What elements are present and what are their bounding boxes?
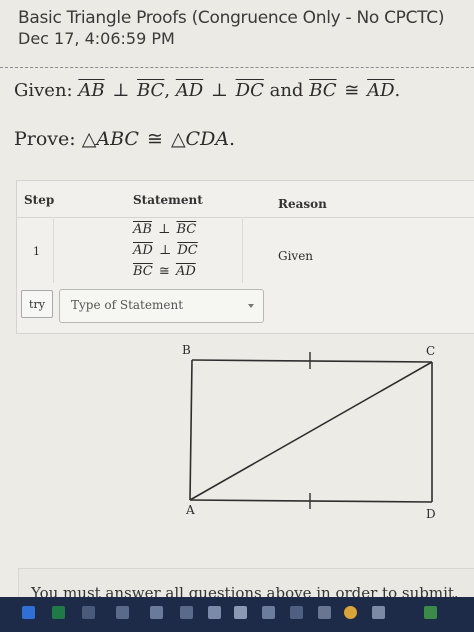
column-divider	[242, 217, 243, 283]
pc-icon[interactable]	[234, 606, 247, 619]
segment-bc: BC	[176, 222, 197, 237]
vertex-a-label: A	[185, 503, 195, 517]
assignment-title: Basic Triangle Proofs (Congruence Only -…	[18, 8, 445, 28]
comma: ,	[164, 80, 171, 101]
app-icon[interactable]	[372, 606, 385, 619]
dashed-divider	[0, 67, 474, 68]
taskbar	[0, 597, 474, 632]
congruent-symbol: ≅	[344, 80, 360, 101]
column-divider	[53, 217, 54, 283]
congruent-symbol: ≅	[158, 264, 170, 279]
vertex-b-label: B	[182, 343, 191, 357]
segment-ad: AD	[175, 80, 204, 101]
statement-line: AB ⊥ BC	[133, 222, 196, 237]
app-icon[interactable]	[82, 606, 95, 619]
given-statement: Given: AB ⊥ BC, AD ⊥ DC and BC ≅ AD.	[14, 80, 400, 101]
prove-label: Prove:	[14, 128, 76, 150]
perp-symbol: ⊥	[112, 80, 130, 101]
segment-ad: AD	[367, 80, 395, 101]
prove-statement: Prove: △ABC ≅ △CDA.	[14, 128, 235, 150]
vertex-d-label: D	[426, 507, 436, 521]
header-step: Step	[24, 193, 55, 207]
triangle-abc: △ABC	[81, 128, 139, 150]
page-header: Basic Triangle Proofs (Congruence Only -…	[0, 0, 474, 68]
segment-bc: BC	[133, 264, 153, 279]
segment-ab: AB	[133, 222, 152, 237]
app-icon[interactable]	[150, 606, 163, 619]
reason-cell: Given	[278, 249, 314, 263]
cx-icon[interactable]	[262, 606, 275, 619]
excel-icon[interactable]	[52, 606, 65, 619]
assignment-date: Dec 17, 4:06:59 PM	[18, 29, 175, 48]
segment-ab: AB	[78, 80, 105, 101]
app-icon[interactable]	[318, 606, 331, 619]
segment-dc: DC	[177, 243, 198, 258]
perp-symbol: ⊥	[158, 243, 172, 258]
step-number: 1	[33, 245, 40, 258]
vertex-c-label: C	[426, 344, 435, 358]
statement-line: AD ⊥ DC	[133, 243, 198, 258]
chrome-icon[interactable]	[344, 606, 357, 619]
app-icon[interactable]	[208, 606, 221, 619]
period: .	[229, 128, 236, 150]
and-word: and	[269, 80, 304, 101]
header-reason: Reason	[278, 197, 327, 211]
segment-bc: BC	[309, 80, 337, 101]
try-button[interactable]: try	[21, 290, 53, 318]
rectangle-diagram: B C A D	[170, 338, 450, 528]
select-placeholder: Type of Statement	[71, 298, 184, 312]
row-divider	[17, 217, 474, 218]
perp-symbol: ⊥	[210, 80, 228, 101]
header-statement: Statement	[133, 193, 203, 207]
dropbox-icon[interactable]	[22, 606, 35, 619]
app-icon[interactable]	[180, 606, 193, 619]
segment-dc: DC	[235, 80, 264, 101]
app-icon[interactable]	[116, 606, 129, 619]
perp-symbol: ⊥	[158, 222, 171, 237]
proof-table: Step Statement Reason 1 AB ⊥ BC AD ⊥ DC …	[16, 180, 474, 334]
app-icon[interactable]	[424, 606, 437, 619]
statement-type-select[interactable]: Type of Statement	[59, 289, 264, 323]
segment-ad: AD	[175, 264, 196, 279]
segment-ad: AD	[133, 243, 153, 258]
segment-bc: BC	[137, 80, 165, 101]
triangle-cda: △CDA	[170, 128, 230, 150]
given-label: Given:	[14, 80, 73, 101]
congruent-symbol: ≅	[146, 128, 163, 150]
period: .	[394, 80, 401, 101]
statement-line: BC ≅ AD	[133, 264, 196, 279]
chevron-down-icon	[248, 304, 254, 308]
app-icon[interactable]	[290, 606, 303, 619]
